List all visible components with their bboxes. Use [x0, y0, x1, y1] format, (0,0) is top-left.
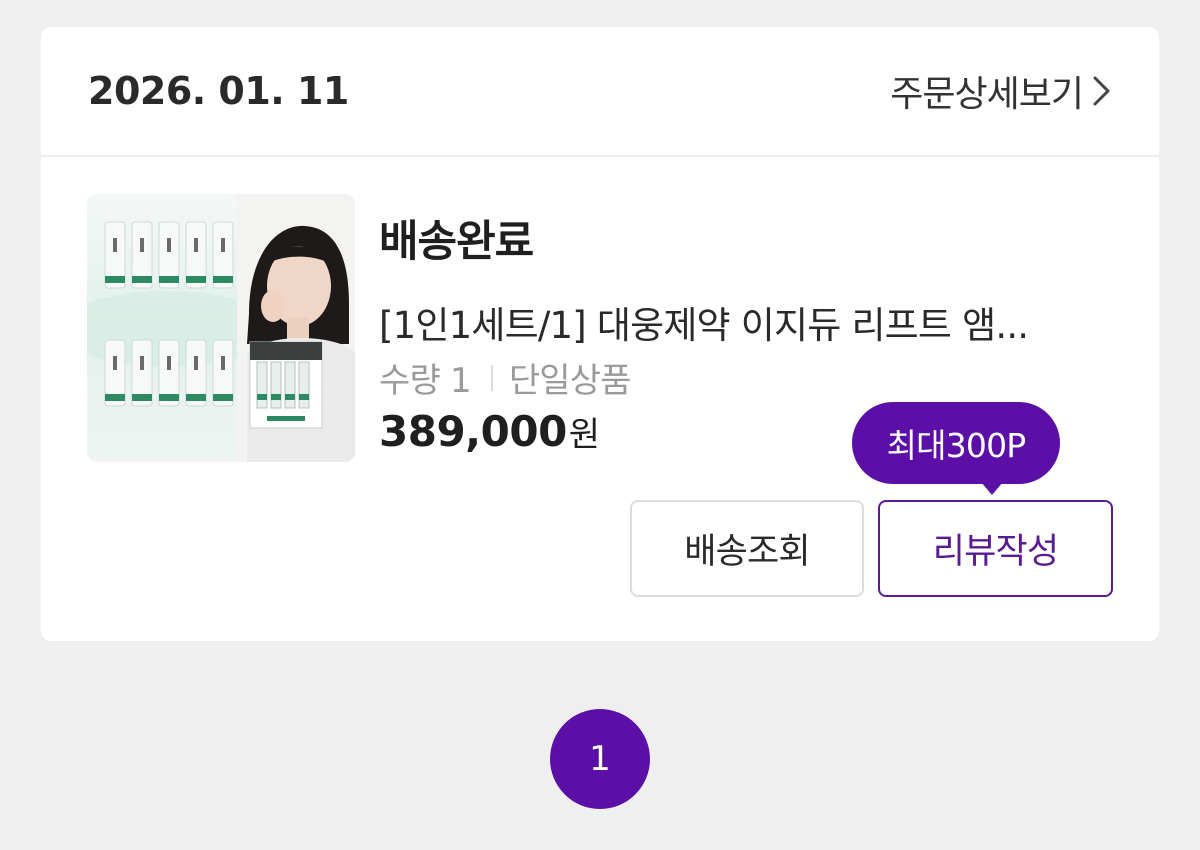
order-header: 2026. 01. 11 주문상세보기 [41, 27, 1159, 157]
order-card: 2026. 01. 11 주문상세보기 배송완료 [1인1세트/1] 대웅제약 … [41, 27, 1159, 641]
item-quantity: 수량 1 [379, 361, 472, 401]
delivery-status: 배송완료 [379, 217, 534, 267]
write-review-button[interactable]: 리뷰작성 [878, 500, 1113, 597]
product-thumbnail[interactable] [87, 194, 355, 462]
order-date: 2026. 01. 11 [88, 69, 349, 113]
order-detail-link[interactable]: 주문상세보기 [890, 65, 1113, 117]
chevron-right-icon [1093, 76, 1110, 106]
order-detail-label: 주문상세보기 [890, 74, 1084, 115]
item-option: 단일상품 [508, 361, 632, 401]
track-delivery-button[interactable]: 배송조회 [630, 500, 864, 597]
pagination-page-1[interactable]: 1 [550, 709, 650, 809]
product-image [87, 194, 355, 462]
price-unit: 원 [568, 415, 601, 455]
meta-divider [490, 364, 493, 391]
price-value: 389,000 [379, 407, 567, 456]
item-price: 389,000 원 [379, 407, 600, 456]
product-name[interactable]: [1인1세트/1] 대웅제약 이지듀 리프트 앰... [379, 295, 1115, 349]
order-item: 배송완료 [1인1세트/1] 대웅제약 이지듀 리프트 앰... 수량 1 단일… [41, 157, 1159, 639]
badge-pointer [981, 482, 1003, 495]
item-meta: 수량 1 단일상품 [379, 353, 632, 402]
review-points-badge: 최대300P [852, 402, 1060, 484]
